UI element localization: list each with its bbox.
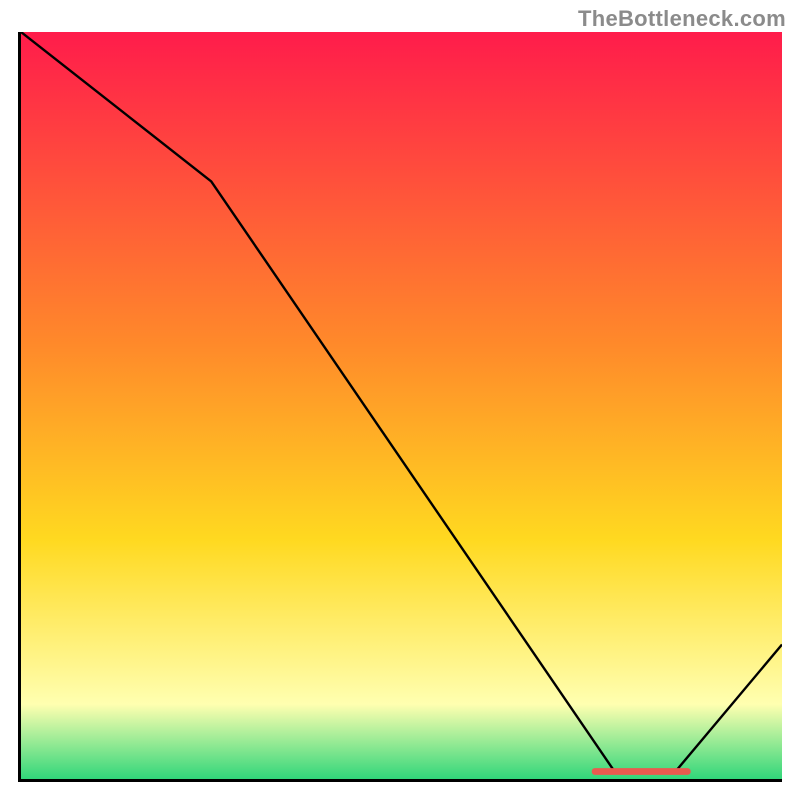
- plot-area: [21, 32, 782, 779]
- optimal-marker: [21, 32, 782, 779]
- watermark-text: TheBottleneck.com: [578, 6, 786, 32]
- chart-container: TheBottleneck.com: [0, 0, 800, 800]
